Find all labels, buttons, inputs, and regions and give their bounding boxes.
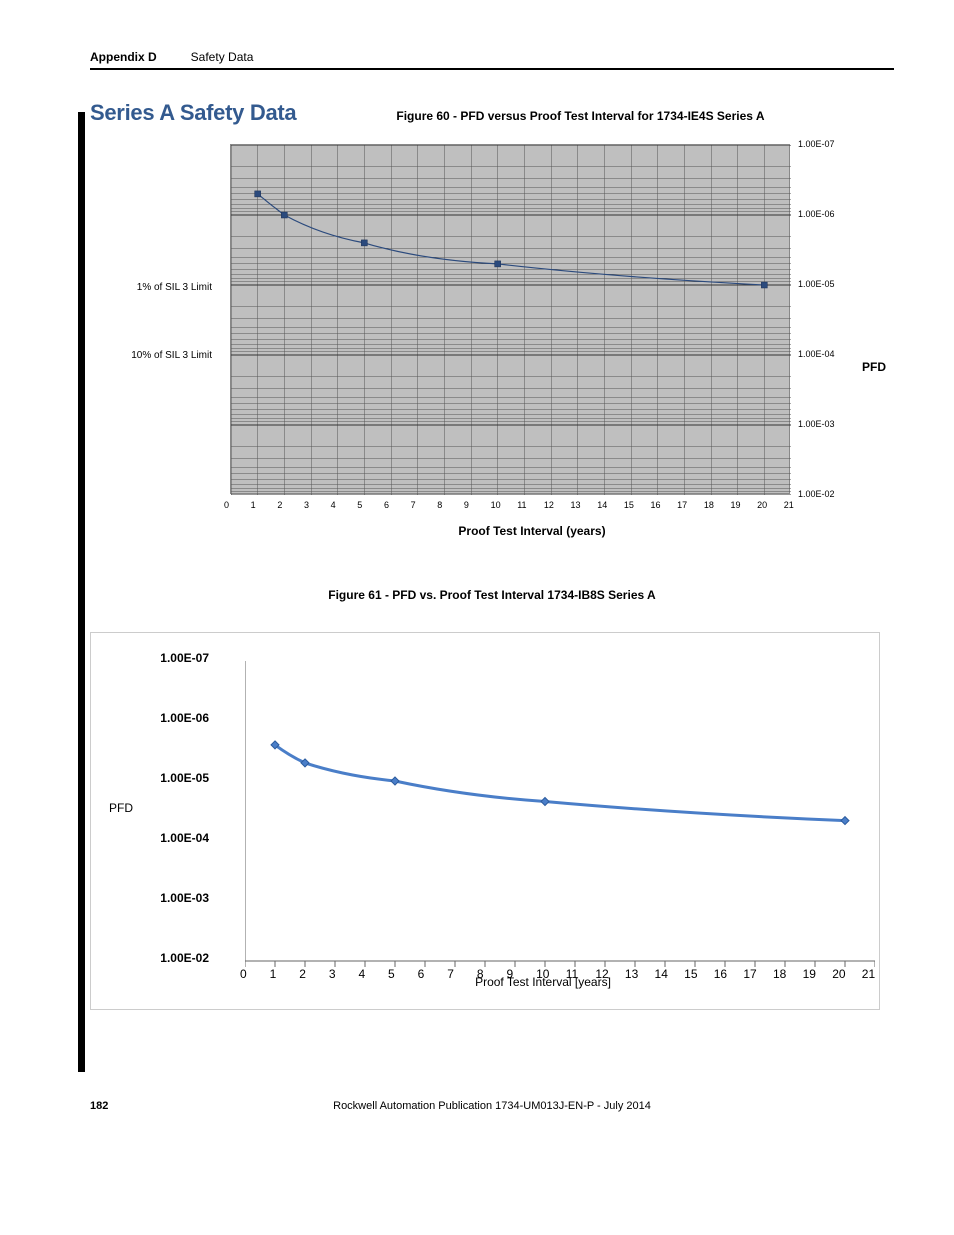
y-tick: 1.00E-05 bbox=[798, 279, 835, 289]
figure60-ylabel: PFD bbox=[862, 360, 886, 374]
section-heading: Series A Safety Data bbox=[90, 100, 296, 126]
publication-info: Rockwell Automation Publication 1734-UM0… bbox=[150, 1100, 834, 1112]
appendix-label: Appendix D bbox=[90, 50, 157, 64]
page-header: Appendix D Safety Data bbox=[90, 50, 894, 70]
annot-10pct-sil3: 10% of SIL 3 Limit bbox=[131, 350, 212, 361]
figure61-ylabel: PFD bbox=[109, 801, 133, 815]
page-number: 182 bbox=[90, 1100, 150, 1112]
side-rule bbox=[78, 112, 85, 1072]
y-tick: 1.00E-02 bbox=[798, 489, 835, 499]
y-tick: 1.00E-06 bbox=[798, 209, 835, 219]
y-tick: 1.00E-04 bbox=[798, 349, 835, 359]
annot-1pct-sil3: 1% of SIL 3 Limit bbox=[137, 282, 212, 293]
section-label: Safety Data bbox=[191, 50, 254, 64]
y-tick: 1.00E-07 bbox=[798, 139, 835, 149]
figure60-xlabel: Proof Test Interval (years) bbox=[170, 524, 894, 538]
page-footer: 182 Rockwell Automation Publication 1734… bbox=[90, 1100, 894, 1112]
figure61-chart: PFD 1.00E-07 1.00E-06 1.00E-05 1.00E-04 … bbox=[90, 632, 880, 1010]
figure61-caption: Figure 61 - PFD vs. Proof Test Interval … bbox=[90, 588, 894, 602]
figure60-caption: Figure 60 - PFD versus Proof Test Interv… bbox=[396, 109, 764, 123]
y-tick: 1.00E-03 bbox=[798, 419, 835, 429]
figure60-chart: 1% of SIL 3 Limit 10% of SIL 3 Limit PFD bbox=[110, 144, 894, 538]
